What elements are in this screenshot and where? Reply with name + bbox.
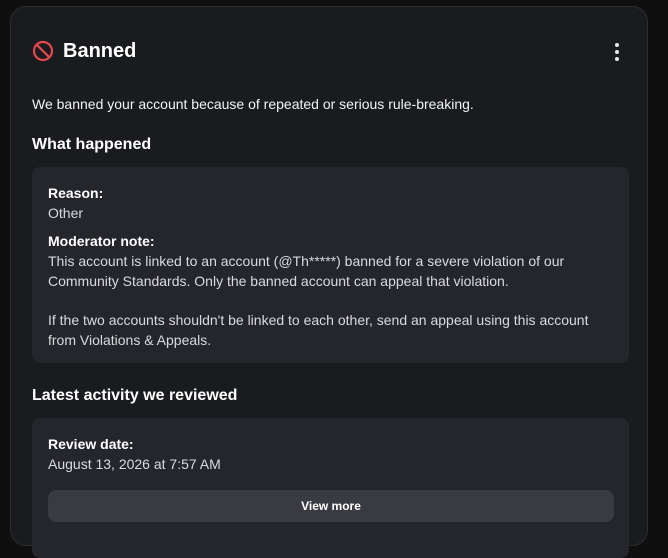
- moderator-note-line: from Violations & Appeals.: [48, 332, 212, 348]
- card-header: Banned: [32, 39, 136, 63]
- reason-label: Reason:: [48, 185, 104, 201]
- latest-activity-panel: Review date: August 13, 2026 at 7:57 AM …: [32, 418, 629, 558]
- ban-icon: [32, 40, 54, 62]
- review-date-value: August 13, 2026 at 7:57 AM: [48, 456, 221, 472]
- moderator-note-line: If the two accounts shouldn't be linked …: [48, 312, 589, 328]
- what-happened-panel: Reason: Other Moderator note: This accou…: [32, 167, 629, 363]
- ban-notice-card: Banned We banned your account because of…: [10, 6, 648, 558]
- view-more-button[interactable]: View more: [48, 490, 614, 522]
- moderator-note-label: Moderator note:: [48, 233, 155, 249]
- what-happened-heading: What happened: [32, 136, 152, 153]
- latest-activity-heading: Latest activity we reviewed: [32, 387, 238, 404]
- ban-summary: We banned your account because of repeat…: [32, 96, 474, 112]
- review-date-label: Review date:: [48, 436, 134, 452]
- moderator-note-line: This account is linked to an account (@T…: [48, 253, 565, 269]
- page-title: Banned: [63, 40, 137, 62]
- reason-value: Other: [48, 205, 84, 221]
- more-vertical-icon[interactable]: [613, 43, 621, 61]
- moderator-note-line: Community Standards. Only the banned acc…: [48, 273, 509, 289]
